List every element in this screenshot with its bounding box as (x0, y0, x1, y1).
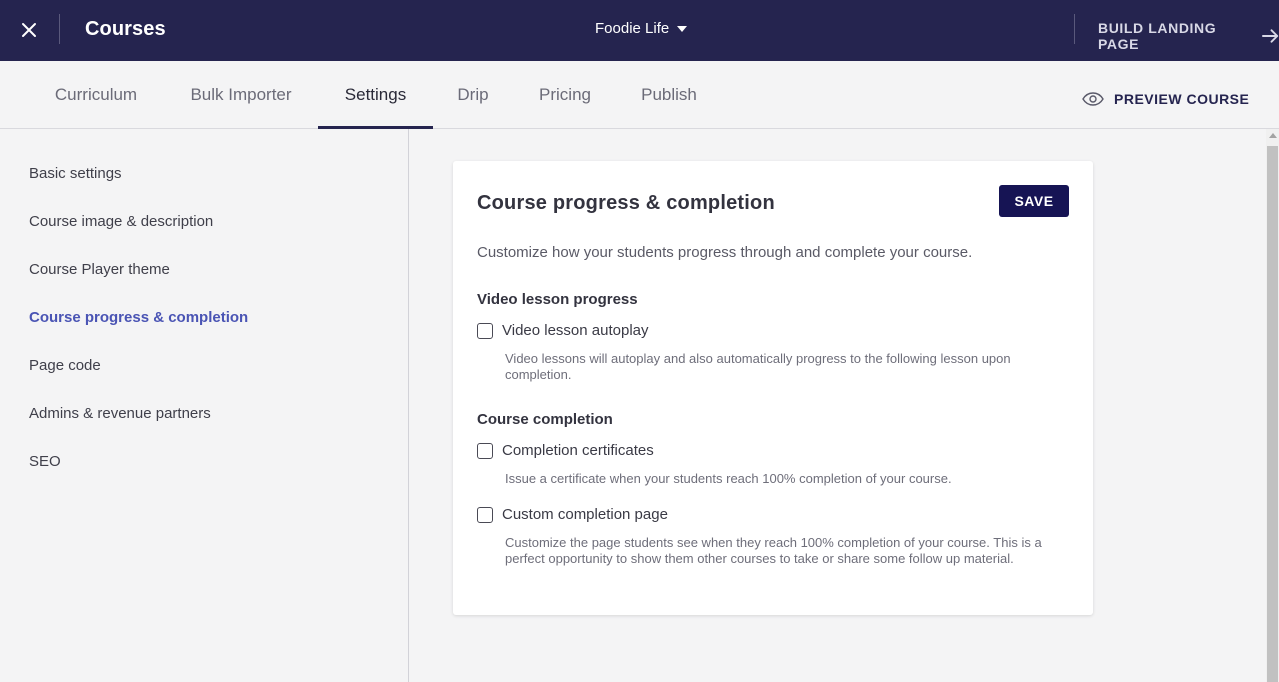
sidebar-item-page-code[interactable]: Page code (29, 357, 101, 374)
sidebar-item-player-theme[interactable]: Course Player theme (29, 261, 170, 278)
build-landing-page-button[interactable]: BUILD LANDING PAGE (1098, 20, 1279, 52)
scrollbar-thumb[interactable] (1267, 146, 1278, 682)
sidebar-item-seo[interactable]: SEO (29, 453, 61, 470)
sidebar-item-course-image[interactable]: Course image & description (29, 213, 213, 230)
custom-completion-page-option[interactable]: Custom completion page (477, 506, 668, 523)
tab-settings[interactable]: Settings (318, 61, 433, 129)
school-name: Foodie Life (595, 20, 670, 37)
section-title-video-progress: Video lesson progress (477, 291, 638, 308)
tab-bulk-importer[interactable]: Bulk Importer (170, 61, 312, 128)
video-autoplay-option[interactable]: Video lesson autoplay (477, 322, 649, 339)
close-button[interactable] (16, 17, 42, 43)
video-autoplay-checkbox[interactable] (477, 322, 493, 339)
top-bar: Courses Foodie Life BUILD LANDING PAGE (0, 0, 1279, 61)
custom-completion-page-label: Custom completion page (502, 506, 668, 523)
scroll-up-arrow-icon[interactable] (1269, 133, 1277, 138)
completion-certificates-help: Issue a certificate when your students r… (505, 471, 952, 486)
settings-sidebar: Basic settings Course image & descriptio… (0, 129, 409, 682)
tab-publish[interactable]: Publish (624, 61, 714, 128)
completion-certificates-checkbox[interactable] (477, 442, 493, 459)
completion-certificates-label: Completion certificates (502, 442, 654, 459)
eye-icon (1082, 92, 1104, 106)
school-selector[interactable]: Foodie Life (595, 20, 688, 37)
arrow-right-icon (1261, 29, 1279, 43)
close-icon (22, 23, 36, 37)
tab-curriculum[interactable]: Curriculum (34, 61, 158, 128)
custom-completion-page-checkbox[interactable] (477, 506, 493, 523)
save-button[interactable]: SAVE (999, 185, 1069, 217)
topbar-divider-left (59, 14, 60, 44)
build-landing-page-label: BUILD LANDING PAGE (1098, 20, 1217, 52)
course-tabs: Curriculum Bulk Importer Settings Drip P… (0, 61, 1279, 129)
page-title: Courses (85, 18, 166, 40)
sidebar-item-admins[interactable]: Admins & revenue partners (29, 405, 211, 422)
sidebar-item-basic-settings[interactable]: Basic settings (29, 165, 122, 182)
vertical-scrollbar[interactable] (1266, 129, 1279, 682)
sidebar-item-progress-completion[interactable]: Course progress & completion (29, 309, 248, 326)
preview-course-label: PREVIEW COURSE (1114, 91, 1250, 107)
tab-drip[interactable]: Drip (440, 61, 506, 128)
card-description: Customize how your students progress thr… (477, 244, 973, 261)
caret-down-icon (677, 25, 688, 32)
video-autoplay-help: Video lessons will autoplay and also aut… (505, 351, 1011, 382)
tab-pricing[interactable]: Pricing (520, 61, 610, 128)
progress-completion-card: Course progress & completion SAVE Custom… (453, 161, 1093, 615)
custom-completion-page-help: Customize the page students see when the… (505, 535, 1042, 566)
topbar-divider-right (1074, 14, 1075, 44)
completion-certificates-option[interactable]: Completion certificates (477, 442, 654, 459)
video-autoplay-label: Video lesson autoplay (502, 322, 649, 339)
preview-course-button[interactable]: PREVIEW COURSE (1082, 91, 1249, 107)
section-title-course-completion: Course completion (477, 411, 613, 428)
card-title: Course progress & completion (477, 192, 775, 214)
